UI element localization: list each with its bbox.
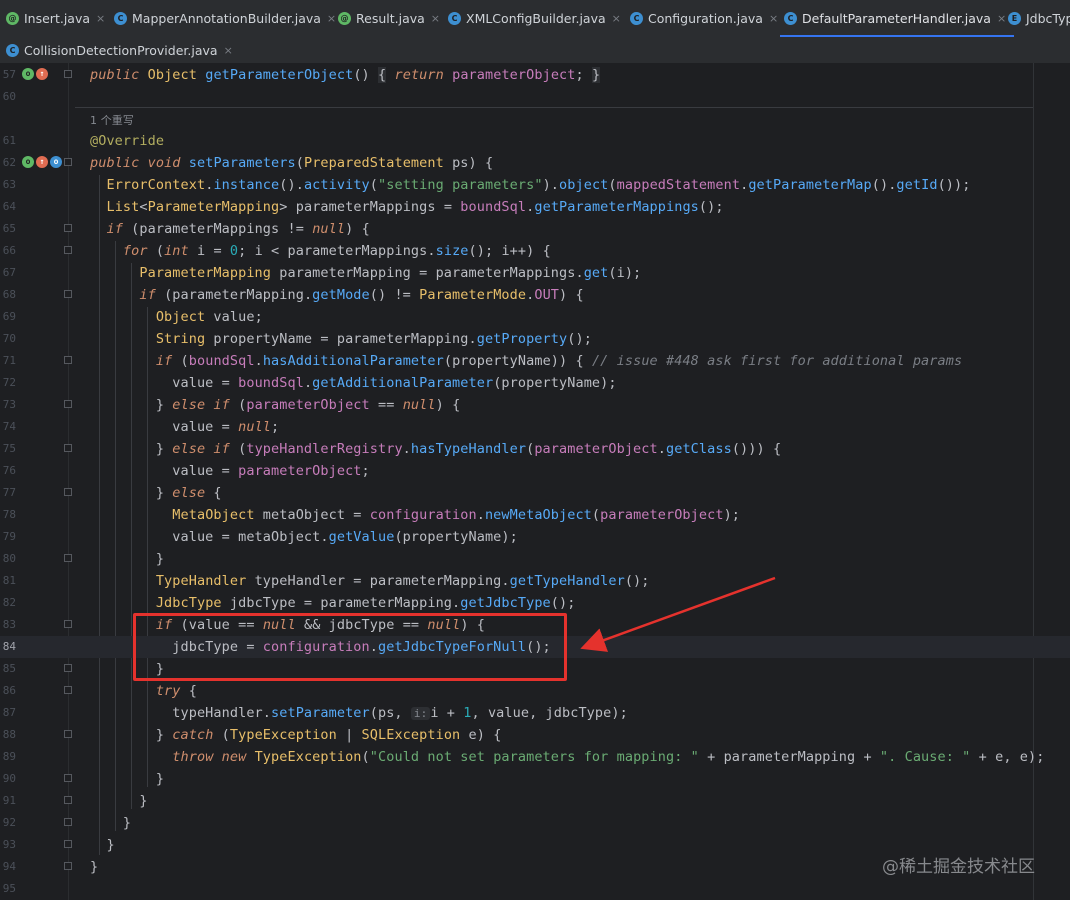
annotation-arrow bbox=[580, 576, 776, 652]
arrow-line bbox=[580, 576, 776, 652]
watermark: @稀土掘金技术社区 bbox=[882, 857, 1035, 877]
